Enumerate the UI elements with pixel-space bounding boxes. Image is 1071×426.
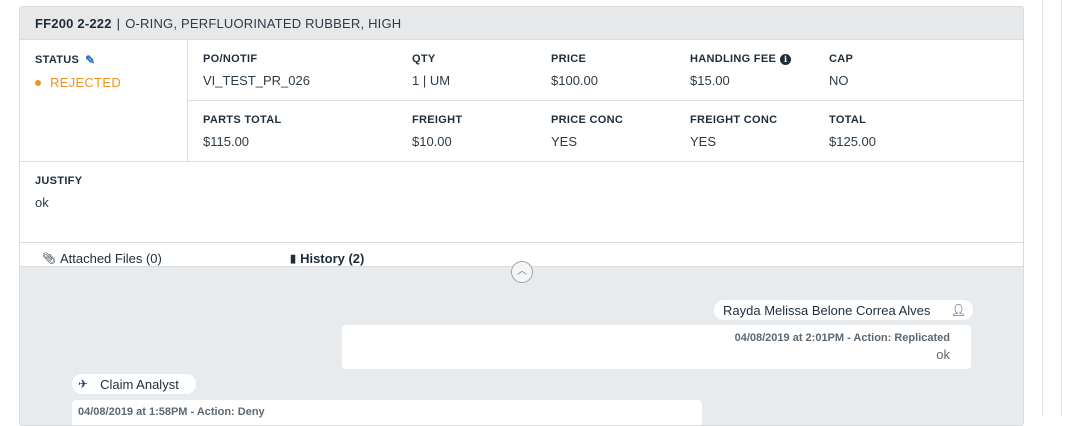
history-message: 04/08/2019 at 2:01PM - Action: Replicate…	[342, 325, 971, 369]
status-dot	[35, 79, 41, 86]
author-name: Claim Analyst	[100, 376, 179, 392]
cap-cell: CAP NO	[814, 53, 964, 100]
fields-grid: PO/NOTIF VI_TEST_PR_026 QTY 1 | UM PRICE…	[188, 40, 1023, 161]
handling-fee-label: HANDLING FEE	[690, 53, 777, 65]
chevron-up-icon[interactable]: ︿	[511, 261, 533, 283]
status-value: REJECTED	[50, 75, 122, 90]
fields-row-2: PARTS TOTAL $115.00 FREIGHT $10.00 PRICE…	[188, 101, 1023, 162]
freight-cell: FREIGHT $10.00	[397, 114, 536, 162]
header-separator: |	[116, 15, 121, 31]
justify-section: JUSTIFY ok	[20, 162, 1023, 243]
cap-label: CAP	[829, 53, 854, 65]
author-name: Rayda Melissa Belone Correa Alves	[723, 302, 931, 318]
part-description: O-RING, PERFLUORINATED RUBBER, HIGH	[125, 15, 402, 31]
qty-label: QTY	[412, 53, 436, 65]
price-value: $100.00	[551, 73, 598, 88]
author-chip-user: Rayda Melissa Belone Correa Alves 👤︎	[714, 300, 973, 320]
part-card: FF200 2-222 | O-RING, PERFLUORINATED RUB…	[19, 6, 1024, 426]
total-label: TOTAL	[829, 114, 867, 126]
handling-fee-label-row: HANDLING FEE i	[690, 53, 814, 65]
message-text: ok	[936, 347, 950, 362]
qty-cell: QTY 1 | UM	[397, 53, 536, 100]
fields-row-1: PO/NOTIF VI_TEST_PR_026 QTY 1 | UM PRICE…	[188, 40, 1023, 101]
tab-attached-files-label: Attached Files (0)	[59, 251, 162, 266]
total-value: $125.00	[829, 134, 876, 149]
price-conc-label: PRICE CONC	[551, 114, 624, 126]
price-conc-cell: PRICE CONC YES	[536, 114, 675, 162]
cap-value: NO	[829, 73, 849, 88]
freight-label: FREIGHT	[412, 114, 463, 126]
freight-value: $10.00	[412, 134, 452, 149]
author-chip-analyst: ✈︎ Claim Analyst	[72, 374, 196, 394]
freight-conc-value: YES	[690, 134, 717, 149]
parts-total-cell: PARTS TOTAL $115.00	[188, 114, 397, 162]
tab-attached-files[interactable]: 📎︎ Attached Files (0)	[42, 251, 162, 266]
book-icon: ▮	[290, 253, 297, 265]
status-column: STATUS ✎ REJECTED	[20, 40, 188, 161]
status-label: STATUS	[35, 54, 80, 66]
pencil-icon[interactable]: ✎	[85, 53, 95, 67]
total-cell: TOTAL $125.00	[814, 114, 964, 162]
right-rail	[1042, 0, 1062, 416]
price-cell: PRICE $100.00	[536, 53, 675, 100]
message-meta: 04/08/2019 at 2:01PM - Action: Replicate…	[734, 332, 950, 344]
paperclip-icon: 📎︎	[42, 253, 56, 265]
tab-history-label: History (2)	[300, 251, 365, 266]
justify-label: JUSTIFY	[35, 175, 83, 187]
qty-value: 1 | UM	[412, 73, 451, 88]
price-conc-value: YES	[551, 134, 578, 149]
part-number: FF200 2-222	[35, 15, 112, 31]
freight-conc-cell: FREIGHT CONC YES	[675, 114, 814, 162]
details-section: STATUS ✎ REJECTED PO/NOTIF VI_TEST_PR_02…	[20, 40, 1023, 162]
card-header: FF200 2-222 | O-RING, PERFLUORINATED RUB…	[20, 7, 1023, 40]
user-icon: 👤︎	[950, 303, 966, 317]
po-notif-label: PO/NOTIF	[203, 53, 258, 65]
po-notif-value: VI_TEST_PR_026	[203, 73, 310, 88]
parts-total-label: PARTS TOTAL	[203, 114, 282, 126]
status-label-row: STATUS ✎	[35, 53, 187, 67]
justify-value: ok	[35, 195, 49, 210]
history-message: 04/08/2019 at 1:58PM - Action: Deny	[72, 400, 702, 425]
status-value-row: REJECTED	[35, 75, 187, 90]
info-icon[interactable]: i	[780, 54, 792, 65]
plane-icon: ✈︎	[78, 377, 89, 391]
freight-conc-label: FREIGHT CONC	[690, 114, 778, 126]
po-notif-cell: PO/NOTIF VI_TEST_PR_026	[188, 53, 397, 100]
history-panel: ︿ Rayda Melissa Belone Correa Alves 👤︎ 0…	[20, 261, 1023, 425]
price-label: PRICE	[551, 53, 587, 65]
tab-history[interactable]: ▮ History (2)	[290, 251, 364, 266]
handling-fee-cell: HANDLING FEE i $15.00	[675, 53, 814, 100]
parts-total-value: $115.00	[203, 134, 250, 149]
handling-fee-value: $15.00	[690, 73, 730, 88]
message-meta: 04/08/2019 at 1:58PM - Action: Deny	[78, 406, 265, 418]
